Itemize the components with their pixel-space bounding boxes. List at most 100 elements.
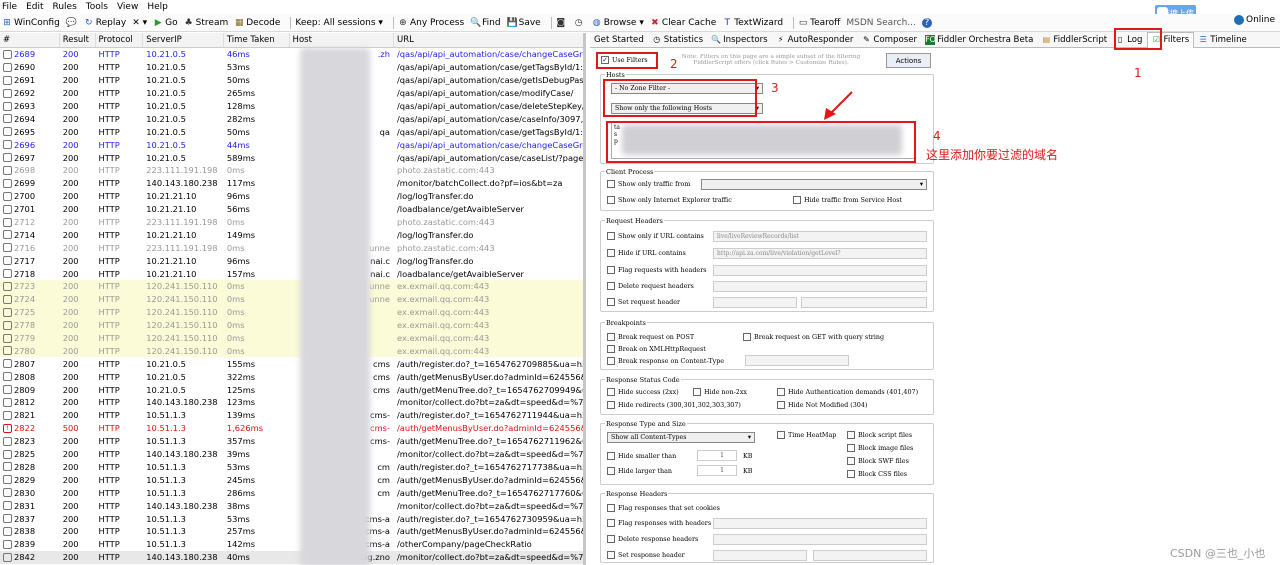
delete-req-headers-input[interactable]	[713, 281, 927, 292]
delete-resp-headers-checkbox[interactable]: Delete response headers	[607, 535, 698, 543]
winconfig-button[interactable]: ⊞ WinConfig	[2, 18, 60, 28]
replay-button[interactable]: ↻ Replay	[84, 18, 126, 28]
online-indicator[interactable]: Online	[1234, 15, 1275, 25]
time-heatmap-checkbox[interactable]: Time HeatMap	[777, 431, 836, 439]
session-row[interactable]: 2689 200 HTTP 10.21.0.5 46ms .zh/qas/api/api_…	[0, 48, 583, 61]
show-if-url-input[interactable]: live/liveReviewRecords/list	[713, 231, 927, 242]
menu-help[interactable]: Help	[147, 2, 168, 12]
block-image-checkbox[interactable]: Block image files	[847, 444, 913, 452]
screenshot-button[interactable]: ◙	[556, 18, 568, 28]
tab-timeline[interactable]: ☰ Timeline	[1194, 32, 1251, 48]
session-row[interactable]: 2823 200 HTTP 10.51.1.3 357ms cms-/auth/getMe…	[0, 435, 583, 448]
col-protocol[interactable]: Protocol	[96, 33, 144, 47]
session-row[interactable]: 2695 200 HTTP 10.21.0.5 50ms qa/qas/api/api_a…	[0, 125, 583, 138]
hide-if-url-input[interactable]: http://api.za.com/live/violation/getLeve…	[713, 248, 927, 259]
hide-larger-input[interactable]: 1	[697, 465, 737, 476]
session-row[interactable]: 2808 200 HTTP 10.21.0.5 322ms cms/auth/getMen…	[0, 370, 583, 383]
hide-304-checkbox[interactable]: Hide Not Modified (304)	[777, 401, 867, 409]
session-row[interactable]: 2699 200 HTTP 140.143.180.238 117ms/monitor/…	[0, 177, 583, 190]
session-row[interactable]: 2694 200 HTTP 10.21.0.5 282ms/qas/api/api_au…	[0, 112, 583, 125]
timer-button[interactable]: ◷	[574, 18, 586, 28]
tab-statistics[interactable]: ◷ Statistics	[648, 32, 707, 48]
col-url[interactable]: URL	[394, 35, 583, 45]
process-select[interactable]: ▾	[701, 179, 927, 190]
hide-service-host-checkbox[interactable]: Hide traffic from Service Host	[793, 196, 902, 204]
session-row[interactable]: 2779 200 HTTP 120.241.150.110 0ms ex.exmail.q…	[0, 331, 583, 345]
hide-success-checkbox[interactable]: Hide success (2xx)	[607, 388, 679, 396]
set-req-header-value-input[interactable]	[801, 297, 927, 308]
clear-cache-button[interactable]: ✖ Clear Cache	[650, 18, 716, 28]
hide-auth-checkbox[interactable]: Hide Authentication demands (401,407)	[777, 388, 918, 396]
remove-button[interactable]: ✕ ▾	[132, 18, 147, 28]
session-row[interactable]: 2778 200 HTTP 120.241.150.110 0ms ex.exmail.q…	[0, 318, 583, 332]
session-row[interactable]: 2712 200 HTTP 223.111.191.198 0ms photo.zasta…	[0, 216, 583, 229]
set-resp-header-value-input[interactable]	[813, 550, 927, 561]
session-row[interactable]: 2821 200 HTTP 10.51.1.3 139ms cms-/auth/regis…	[0, 409, 583, 422]
flag-resp-headers-checkbox[interactable]: Flag responses with headers	[607, 519, 711, 527]
textwizard-button[interactable]: T TextWizard	[722, 18, 784, 28]
session-row[interactable]: 2842200HTTP140.143.180.23840mslumog.zno/…	[0, 550, 583, 564]
session-row[interactable]: 2838 200 HTTP 10.51.1.3 257ms cms-a/auth/getM…	[0, 525, 583, 538]
session-row[interactable]: 2698 200 HTTP 223.111.191.198 0ms photo.zasta…	[0, 164, 583, 177]
session-row[interactable]: 2812 200 HTTP 140.143.180.238 123ms/monitor/…	[0, 396, 583, 409]
tab-get-started[interactable]: Get Started	[590, 32, 648, 48]
tab-fiddlerscript[interactable]: ▤ FiddlerScript	[1037, 32, 1111, 48]
help-button[interactable]: ?	[921, 17, 934, 28]
session-row[interactable]: 2829 200 HTTP 10.51.1.3 245ms cm/auth/getMenu…	[0, 473, 583, 486]
session-row[interactable]: 2697 200 HTTP 10.21.0.5 589ms/qas/api/api_au…	[0, 151, 583, 164]
comment-button[interactable]: 💬	[66, 18, 78, 28]
set-resp-header-name-input[interactable]	[713, 550, 807, 561]
hide-if-url-checkbox[interactable]: Hide if URL contains	[607, 249, 686, 257]
col-id[interactable]: #	[0, 33, 60, 47]
tab-autoresponder[interactable]: ⚡ AutoResponder	[772, 32, 858, 48]
tearoff-button[interactable]: ▭ Tearoff	[798, 18, 841, 28]
go-button[interactable]: ▶ Go	[153, 18, 178, 28]
session-row[interactable]: 2690 200 HTTP 10.21.0.5 53ms/qas/api/api_aut…	[0, 61, 583, 74]
session-row[interactable]: 2716 200 HTTP 223.111.191.198 0ms unne photo.z…	[0, 241, 583, 254]
break-xml-checkbox[interactable]: Break on XMLHttpRequest	[607, 345, 706, 353]
break-content-type-checkbox[interactable]: Break response on Content-Type	[607, 357, 724, 365]
col-result[interactable]: Result	[60, 33, 96, 47]
flag-req-headers-input[interactable]	[713, 265, 927, 276]
delete-req-headers-checkbox[interactable]: Delete request headers	[607, 282, 694, 290]
session-row[interactable]: 2714 200 HTTP 10.21.21.10 149ms/log/logTrans…	[0, 228, 583, 241]
flag-cookies-checkbox[interactable]: Flag responses that set cookies	[607, 504, 720, 512]
session-row[interactable]: 2839 200 HTTP 10.51.1.3 142ms cms-a/otherComp…	[0, 538, 583, 551]
hide-smaller-checkbox[interactable]: Hide smaller than	[607, 452, 676, 460]
menu-file[interactable]: File	[2, 2, 17, 12]
msdn-search-input[interactable]: MSDN Search...	[846, 18, 916, 28]
hide-smaller-input[interactable]: 1	[697, 450, 737, 461]
menu-view[interactable]: View	[117, 2, 138, 12]
tab-orchestra[interactable]: FO Fiddler Orchestra Beta	[921, 32, 1037, 48]
break-get-checkbox[interactable]: Break request on GET with query string	[743, 333, 884, 341]
menu-rules[interactable]: Rules	[53, 2, 77, 12]
break-post-checkbox[interactable]: Break request on POST	[607, 333, 694, 341]
block-script-checkbox[interactable]: Block script files	[847, 431, 912, 439]
session-row[interactable]: 2807 200 HTTP 10.21.0.5 155ms cms/auth/regist…	[0, 357, 583, 370]
col-host[interactable]: Host	[290, 33, 395, 47]
session-row[interactable]: 2828 200 HTTP 10.51.1.3 53ms cm/auth/register…	[0, 461, 583, 474]
tab-inspectors[interactable]: 🔍 Inspectors	[707, 32, 772, 48]
show-if-url-checkbox[interactable]: Show only if URL contains	[607, 232, 704, 240]
browse-button[interactable]: ◍ Browse ▾	[592, 18, 644, 28]
col-time[interactable]: Time Taken	[224, 33, 290, 47]
stream-button[interactable]: ♣ Stream	[184, 18, 229, 28]
actions-button[interactable]: Actions	[886, 53, 931, 68]
session-row[interactable]: 2717 200 HTTP 10.21.21.10 96ms nai.c/log/logT…	[0, 254, 583, 267]
hide-non2xx-checkbox[interactable]: Hide non-2xx	[693, 388, 747, 396]
decode-button[interactable]: ▦ Decode	[234, 18, 280, 28]
hide-redirects-checkbox[interactable]: Hide redirects (300,301,302,303,307)	[607, 401, 741, 409]
set-req-header-name-input[interactable]	[713, 297, 797, 308]
tab-composer[interactable]: ✎ Composer	[857, 32, 921, 48]
keep-sessions-dropdown[interactable]: Keep: All sessions ▾	[295, 18, 383, 28]
break-content-type-input[interactable]	[745, 355, 849, 366]
session-row[interactable]: 2830 200 HTTP 10.51.1.3 286ms cm/auth/getMenu…	[0, 486, 583, 499]
session-row[interactable]: 2725 200 HTTP 120.241.150.110 0ms ex.exmail.q…	[0, 305, 583, 319]
session-row[interactable]: 2691 200 HTTP 10.21.0.5 50ms/qas/api/api_aut…	[0, 74, 583, 87]
session-row[interactable]: 2724 200 HTTP 120.241.150.110 0ms unne ex.exma…	[0, 292, 583, 306]
flag-req-headers-checkbox[interactable]: Flag requests with headers	[607, 266, 707, 274]
session-row[interactable]: 2700 200 HTTP 10.21.21.10 96ms/log/logTransf…	[0, 190, 583, 203]
session-row[interactable]: 2696 200 HTTP 10.21.0.5 44ms/qas/api/api_aut…	[0, 138, 583, 151]
block-swf-checkbox[interactable]: Block SWF files	[847, 457, 909, 465]
session-row[interactable]: 2692 200 HTTP 10.21.0.5 265ms/qas/api/api_au…	[0, 87, 583, 100]
